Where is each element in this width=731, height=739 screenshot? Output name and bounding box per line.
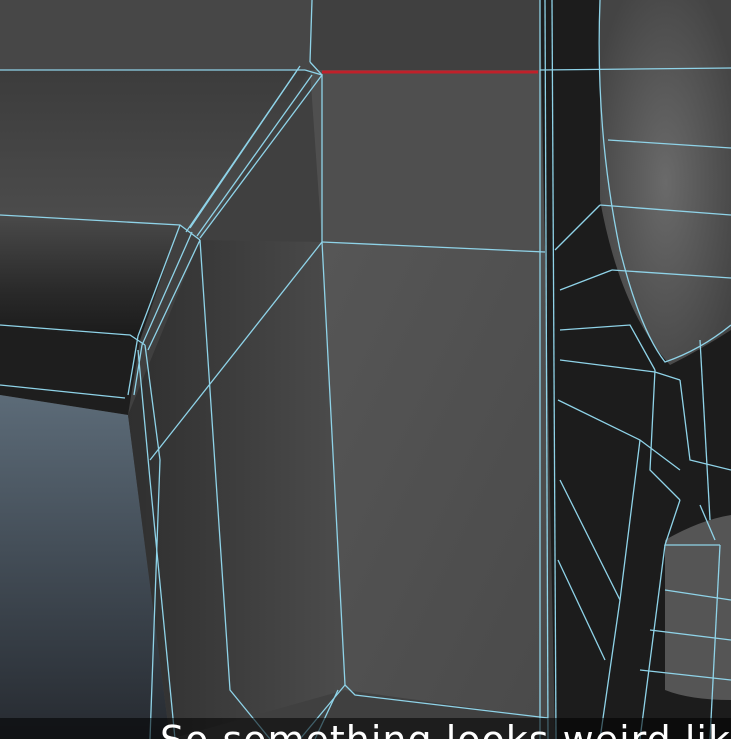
mesh-render[interactable] <box>0 0 731 739</box>
center-upper-face <box>310 70 545 250</box>
lower-hole-face <box>665 515 731 700</box>
center-face <box>322 242 548 718</box>
subtitle-text: So something looks weird lik <box>160 721 731 739</box>
3d-viewport[interactable]: So something looks weird lik <box>0 0 731 739</box>
subtitle-bar: So something looks weird lik <box>0 718 731 739</box>
top-face <box>0 0 312 70</box>
